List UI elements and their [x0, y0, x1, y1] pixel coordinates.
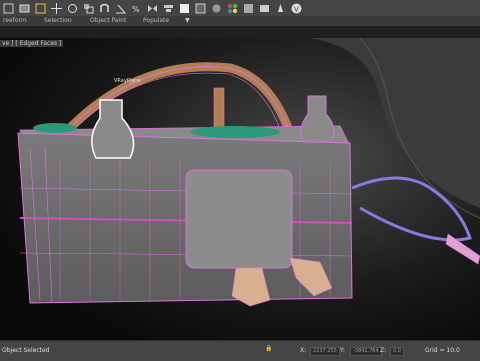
rect-select-icon[interactable] [17, 1, 31, 15]
align-icon[interactable] [161, 1, 175, 15]
rotate-icon[interactable] [65, 1, 79, 15]
angle-snap-icon[interactable] [113, 1, 127, 15]
graph-editor-icon[interactable] [193, 1, 207, 15]
tab-freeform[interactable]: reeform [3, 17, 27, 24]
scale-icon[interactable] [81, 1, 95, 15]
svg-text:V: V [294, 5, 299, 13]
grid-readout: Grid = 10.0 [425, 347, 460, 354]
render-setup-icon[interactable] [241, 1, 255, 15]
viewport-label[interactable]: ve ] [ Edged Faces ] [0, 40, 64, 47]
z-coord-field[interactable]: 0.0 [390, 347, 404, 356]
x-coord-field[interactable]: 2237.255 [310, 347, 340, 356]
lock-icon[interactable]: 🔒 [265, 345, 272, 352]
object-label: VRayPlane [114, 78, 141, 84]
select-object-icon[interactable] [1, 1, 15, 15]
render-icon[interactable] [273, 1, 287, 15]
material-editor-icon[interactable] [225, 1, 239, 15]
y-coord-label: Y: [340, 347, 345, 354]
x-coord-label: X: [300, 347, 307, 354]
window-crossing-icon[interactable] [33, 1, 47, 15]
svg-text:%: % [132, 5, 140, 14]
perspective-viewport[interactable] [0, 38, 480, 340]
y-coord-field[interactable]: -3841.764 [350, 347, 382, 356]
percent-snap-icon[interactable]: % [129, 1, 143, 15]
vray-icon[interactable]: V [289, 1, 303, 15]
layer-icon[interactable] [177, 1, 191, 15]
tab-populate[interactable]: Populate [143, 17, 169, 24]
render-frame-icon[interactable] [257, 1, 271, 15]
viewport-header-strip [0, 26, 480, 38]
status-bar: Object Selected 🔒 X: 2237.255 Y: -3841.7… [0, 340, 480, 361]
z-coord-label: Z: [380, 347, 387, 354]
snap-icon[interactable] [97, 1, 111, 15]
mirror-icon[interactable] [145, 1, 159, 15]
tab-object-paint[interactable]: Object Paint [90, 17, 126, 24]
status-message: Object Selected [2, 347, 50, 354]
main-toolbar: % V [0, 0, 480, 17]
schematic-icon[interactable] [209, 1, 223, 15]
ribbon-tabs: reeform Selection Object Paint Populate … [0, 16, 480, 26]
front-panel[interactable] [185, 169, 293, 269]
ribbon-dropdown-icon[interactable]: ▼ [185, 17, 190, 24]
move-icon[interactable] [49, 1, 63, 15]
tab-selection[interactable]: Selection [44, 17, 72, 24]
